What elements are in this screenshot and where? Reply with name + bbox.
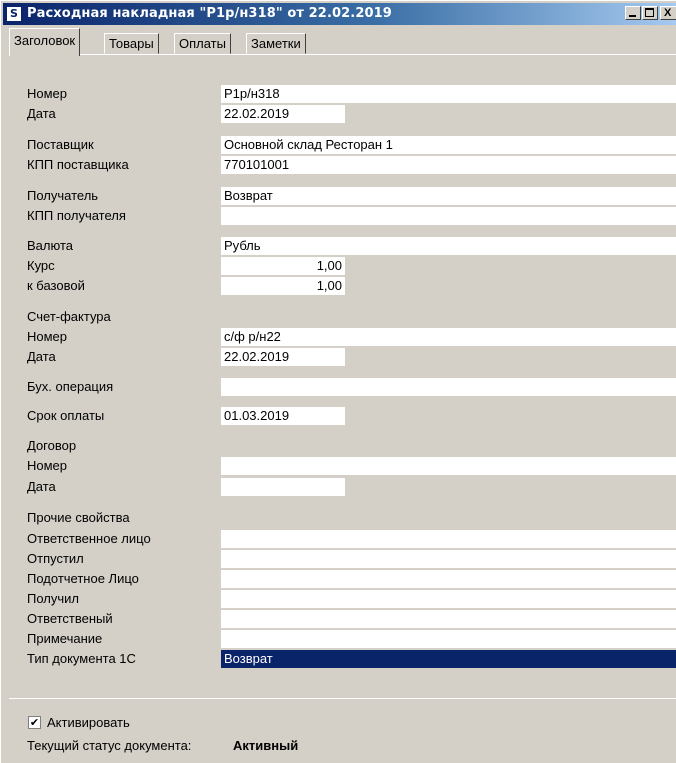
tab-header[interactable]: Заголовок xyxy=(9,28,81,56)
doc-type-1c-field[interactable]: Возврат xyxy=(221,650,676,668)
contract-number-label: Номер xyxy=(27,458,68,473)
document-window: S Расходная накладная "Р1р/н318" от 22.0… xyxy=(0,0,676,763)
recipient-field[interactable]: Возврат xyxy=(221,187,676,205)
contract-number-field[interactable] xyxy=(221,457,676,475)
status-value: Активный xyxy=(233,738,299,753)
supplier-kpp-field[interactable]: 770101001 xyxy=(221,156,676,174)
status-label: Текущий статус документа: xyxy=(27,738,192,753)
tab-strip: Заголовок Товары Оплаты Заметки xyxy=(9,28,676,56)
tab-payments[interactable]: Оплаты xyxy=(174,33,231,54)
tab-goods[interactable]: Товары xyxy=(104,33,159,54)
accountable-person-label: Подотчетное Лицо xyxy=(27,571,139,586)
supplier-label: Поставщик xyxy=(27,137,94,152)
doc-type-1c-label: Тип документа 1С xyxy=(27,651,136,666)
date-label: Дата xyxy=(27,106,56,121)
received-by-field[interactable] xyxy=(221,590,676,608)
currency-field[interactable]: Рубль xyxy=(221,237,676,255)
tab-strip-divider xyxy=(9,54,676,55)
responsible-person-label: Ответственное лицо xyxy=(27,531,151,546)
accounting-operation-label: Бух. операция xyxy=(27,379,114,394)
responsible-field[interactable] xyxy=(221,610,676,628)
base-rate-field[interactable]: 1,00 xyxy=(221,277,345,295)
contract-date-field[interactable] xyxy=(221,478,345,496)
supplier-kpp-label: КПП поставщика xyxy=(27,157,129,172)
invoice-section-label: Счет-фактура xyxy=(27,309,111,324)
activate-label[interactable]: Активировать xyxy=(47,714,130,732)
payment-due-field[interactable]: 01.03.2019 xyxy=(221,407,345,425)
close-button[interactable]: X xyxy=(660,6,676,20)
rate-label: Курс xyxy=(27,258,55,273)
rate-field[interactable]: 1,00 xyxy=(221,257,345,275)
accounting-operation-field[interactable] xyxy=(221,378,676,396)
payment-due-label: Срок оплаты xyxy=(27,408,105,423)
released-by-field[interactable] xyxy=(221,550,676,568)
date-field[interactable]: 22.02.2019 xyxy=(221,105,345,123)
number-label: Номер xyxy=(27,86,68,101)
activate-checkbox[interactable]: ✔ xyxy=(28,716,41,729)
contract-date-label: Дата xyxy=(27,479,56,494)
window-title: Расходная накладная "Р1р/н318" от 22.02.… xyxy=(27,6,392,21)
recipient-kpp-field[interactable] xyxy=(221,207,676,225)
app-icon[interactable]: S xyxy=(6,6,22,22)
received-by-label: Получил xyxy=(27,591,79,606)
note-label: Примечание xyxy=(27,631,103,646)
recipient-label: Получатель xyxy=(27,188,99,203)
recipient-kpp-label: КПП получателя xyxy=(27,208,126,223)
responsible-person-field[interactable] xyxy=(221,530,676,548)
invoice-date-field[interactable]: 22.02.2019 xyxy=(221,348,345,366)
invoice-number-label: Номер xyxy=(27,329,68,344)
header-tab-panel: Номер Р1р/н318 Дата 22.02.2019 Поставщик… xyxy=(9,56,676,756)
base-rate-label: к базовой xyxy=(27,278,85,293)
invoice-number-field[interactable]: с/ф р/н22 xyxy=(221,328,676,346)
contract-section-label: Договор xyxy=(27,438,77,453)
title-bar[interactable]: S Расходная накладная "Р1р/н318" от 22.0… xyxy=(3,3,676,25)
note-field[interactable] xyxy=(221,630,676,648)
released-by-label: Отпустил xyxy=(27,551,84,566)
number-field[interactable]: Р1р/н318 xyxy=(221,85,676,103)
maximize-button[interactable] xyxy=(642,6,658,20)
accountable-person-field[interactable] xyxy=(221,570,676,588)
tab-notes[interactable]: Заметки xyxy=(246,33,306,54)
supplier-field[interactable]: Основной склад Ресторан 1 xyxy=(221,136,676,154)
other-properties-label: Прочие свойства xyxy=(27,510,130,525)
minimize-button[interactable] xyxy=(625,6,641,20)
currency-label: Валюта xyxy=(27,238,73,253)
footer-divider xyxy=(9,698,676,699)
invoice-date-label: Дата xyxy=(27,349,56,364)
responsible-label: Ответственый xyxy=(27,611,113,626)
